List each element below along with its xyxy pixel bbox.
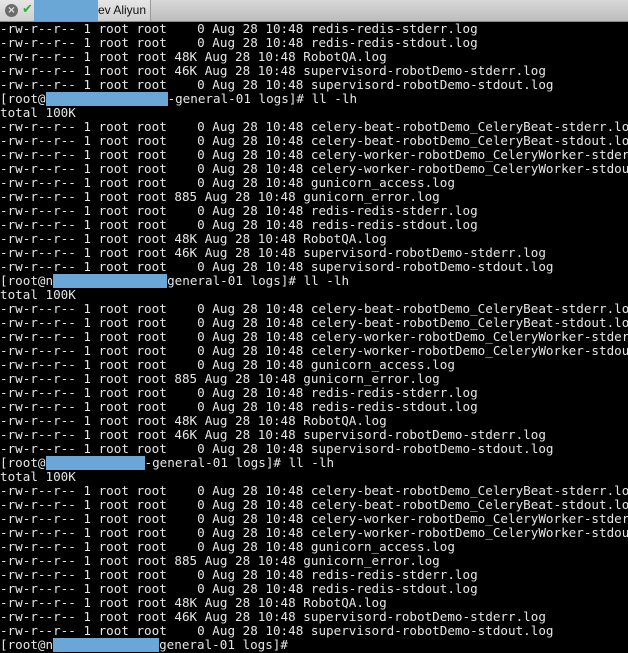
tab-bar: × ✔ ev Aliyun [0, 0, 628, 22]
terminal-window: × ✔ ev Aliyun -rw-r--r-- 1 root root 0 A… [0, 0, 628, 653]
output-line: -rw-r--r-- 1 root root 0 Aug 28 10:48 ce… [0, 133, 628, 148]
redacted-hostname [45, 92, 168, 106]
output-line: -rw-r--r-- 1 root root 0 Aug 28 10:48 su… [0, 77, 554, 92]
output-line: -rw-r--r-- 1 root root 0 Aug 28 10:48 su… [0, 623, 554, 638]
output-line: -rw-r--r-- 1 root root 46K Aug 28 10:48 … [0, 245, 546, 260]
shell-prompt-line: [root@n general-01 logs]# [0, 638, 628, 652]
close-tab-icon[interactable]: × [5, 4, 18, 17]
output-line: -rw-r--r-- 1 root root 0 Aug 28 10:48 re… [0, 567, 478, 582]
output-line: -rw-r--r-- 1 root root 0 Aug 28 10:48 re… [0, 22, 478, 36]
output-line: -rw-r--r-- 1 root root 48K Aug 28 10:48 … [0, 595, 387, 610]
prompt-prefix: [root@n [0, 637, 54, 652]
prompt-prefix: [root@n [0, 273, 54, 288]
output-line: -rw-r--r-- 1 root root 0 Aug 28 10:48 su… [0, 441, 554, 456]
output-line: -rw-r--r-- 1 root root 0 Aug 28 10:48 ce… [0, 119, 628, 134]
prompt-suffix: -general-01 logs]# [167, 91, 312, 106]
tab-title: ev Aliyun [98, 3, 147, 17]
prompt-prefix: [root@ [0, 455, 46, 470]
output-line: -rw-r--r-- 1 root root 0 Aug 28 10:48 ce… [0, 315, 628, 330]
output-line: -rw-r--r-- 1 root root 0 Aug 28 10:48 re… [0, 217, 478, 232]
output-line: total 100K [0, 287, 76, 302]
redacted-hostname [34, 0, 98, 21]
output-line: -rw-r--r-- 1 root root 46K Aug 28 10:48 … [0, 609, 546, 624]
output-line: total 100K [0, 469, 76, 484]
output-line: -rw-r--r-- 1 root root 0 Aug 28 10:48 ce… [0, 511, 628, 526]
output-line: -rw-r--r-- 1 root root 46K Aug 28 10:48 … [0, 427, 546, 442]
output-line: -rw-r--r-- 1 root root 48K Aug 28 10:48 … [0, 413, 387, 428]
redacted-hostname [53, 638, 160, 652]
redacted-hostname [45, 456, 145, 470]
output-line: total 100K [0, 105, 76, 120]
output-line: -rw-r--r-- 1 root root 0 Aug 28 10:48 gu… [0, 357, 455, 372]
prompt-suffix: general-01 logs]# [167, 273, 304, 288]
output-line: -rw-r--r-- 1 root root 885 Aug 28 10:48 … [0, 189, 440, 204]
output-line: -rw-r--r-- 1 root root 0 Aug 28 10:48 ce… [0, 497, 628, 512]
command-text: ll -lh [311, 91, 358, 106]
output-line: -rw-r--r-- 1 root root 0 Aug 28 10:48 gu… [0, 175, 455, 190]
output-line: -rw-r--r-- 1 root root 46K Aug 28 10:48 … [0, 63, 546, 78]
output-line: -rw-r--r-- 1 root root 0 Aug 28 10:48 su… [0, 259, 554, 274]
prompt-suffix: general-01 logs]# [159, 637, 296, 652]
output-line: -rw-r--r-- 1 root root 48K Aug 28 10:48 … [0, 231, 387, 246]
output-line: -rw-r--r-- 1 root root 885 Aug 28 10:48 … [0, 553, 440, 568]
output-line: -rw-r--r-- 1 root root 0 Aug 28 10:48 ce… [0, 147, 628, 162]
output-line: -rw-r--r-- 1 root root 0 Aug 28 10:48 re… [0, 203, 478, 218]
command-text: ll -lh [303, 273, 350, 288]
output-line: -rw-r--r-- 1 root root 0 Aug 28 10:48 re… [0, 35, 478, 50]
redacted-hostname [53, 274, 168, 288]
shell-prompt-line: [root@ -general-01 logs]# ll -lh [0, 92, 628, 106]
output-line: -rw-r--r-- 1 root root 0 Aug 28 10:48 ce… [0, 301, 628, 316]
output-line: -rw-r--r-- 1 root root 885 Aug 28 10:48 … [0, 371, 440, 386]
shell-prompt-line: [root@ -general-01 logs]# ll -lh [0, 456, 628, 470]
output-line: -rw-r--r-- 1 root root 0 Aug 28 10:48 ce… [0, 161, 628, 176]
output-line: -rw-r--r-- 1 root root 0 Aug 28 10:48 ce… [0, 483, 628, 498]
output-line: -rw-r--r-- 1 root root 0 Aug 28 10:48 gu… [0, 539, 455, 554]
output-line: -rw-r--r-- 1 root root 0 Aug 28 10:48 ce… [0, 343, 628, 358]
session-tab[interactable]: × ✔ ev Aliyun [0, 0, 151, 21]
output-line: -rw-r--r-- 1 root root 48K Aug 28 10:48 … [0, 49, 387, 64]
prompt-prefix: [root@ [0, 91, 46, 106]
output-line: -rw-r--r-- 1 root root 0 Aug 28 10:48 re… [0, 581, 478, 596]
terminal-output[interactable]: -rw-r--r-- 1 root root 0 Aug 28 10:48 re… [0, 22, 628, 653]
output-line: -rw-r--r-- 1 root root 0 Aug 28 10:48 ce… [0, 329, 628, 344]
output-line: -rw-r--r-- 1 root root 0 Aug 28 10:48 re… [0, 399, 478, 414]
command-text: ll -lh [288, 455, 335, 470]
shell-prompt-line: [root@n general-01 logs]# ll -lh [0, 274, 628, 288]
prompt-suffix: -general-01 logs]# [144, 455, 289, 470]
output-line: -rw-r--r-- 1 root root 0 Aug 28 10:48 re… [0, 385, 478, 400]
output-line: -rw-r--r-- 1 root root 0 Aug 28 10:48 ce… [0, 525, 628, 540]
